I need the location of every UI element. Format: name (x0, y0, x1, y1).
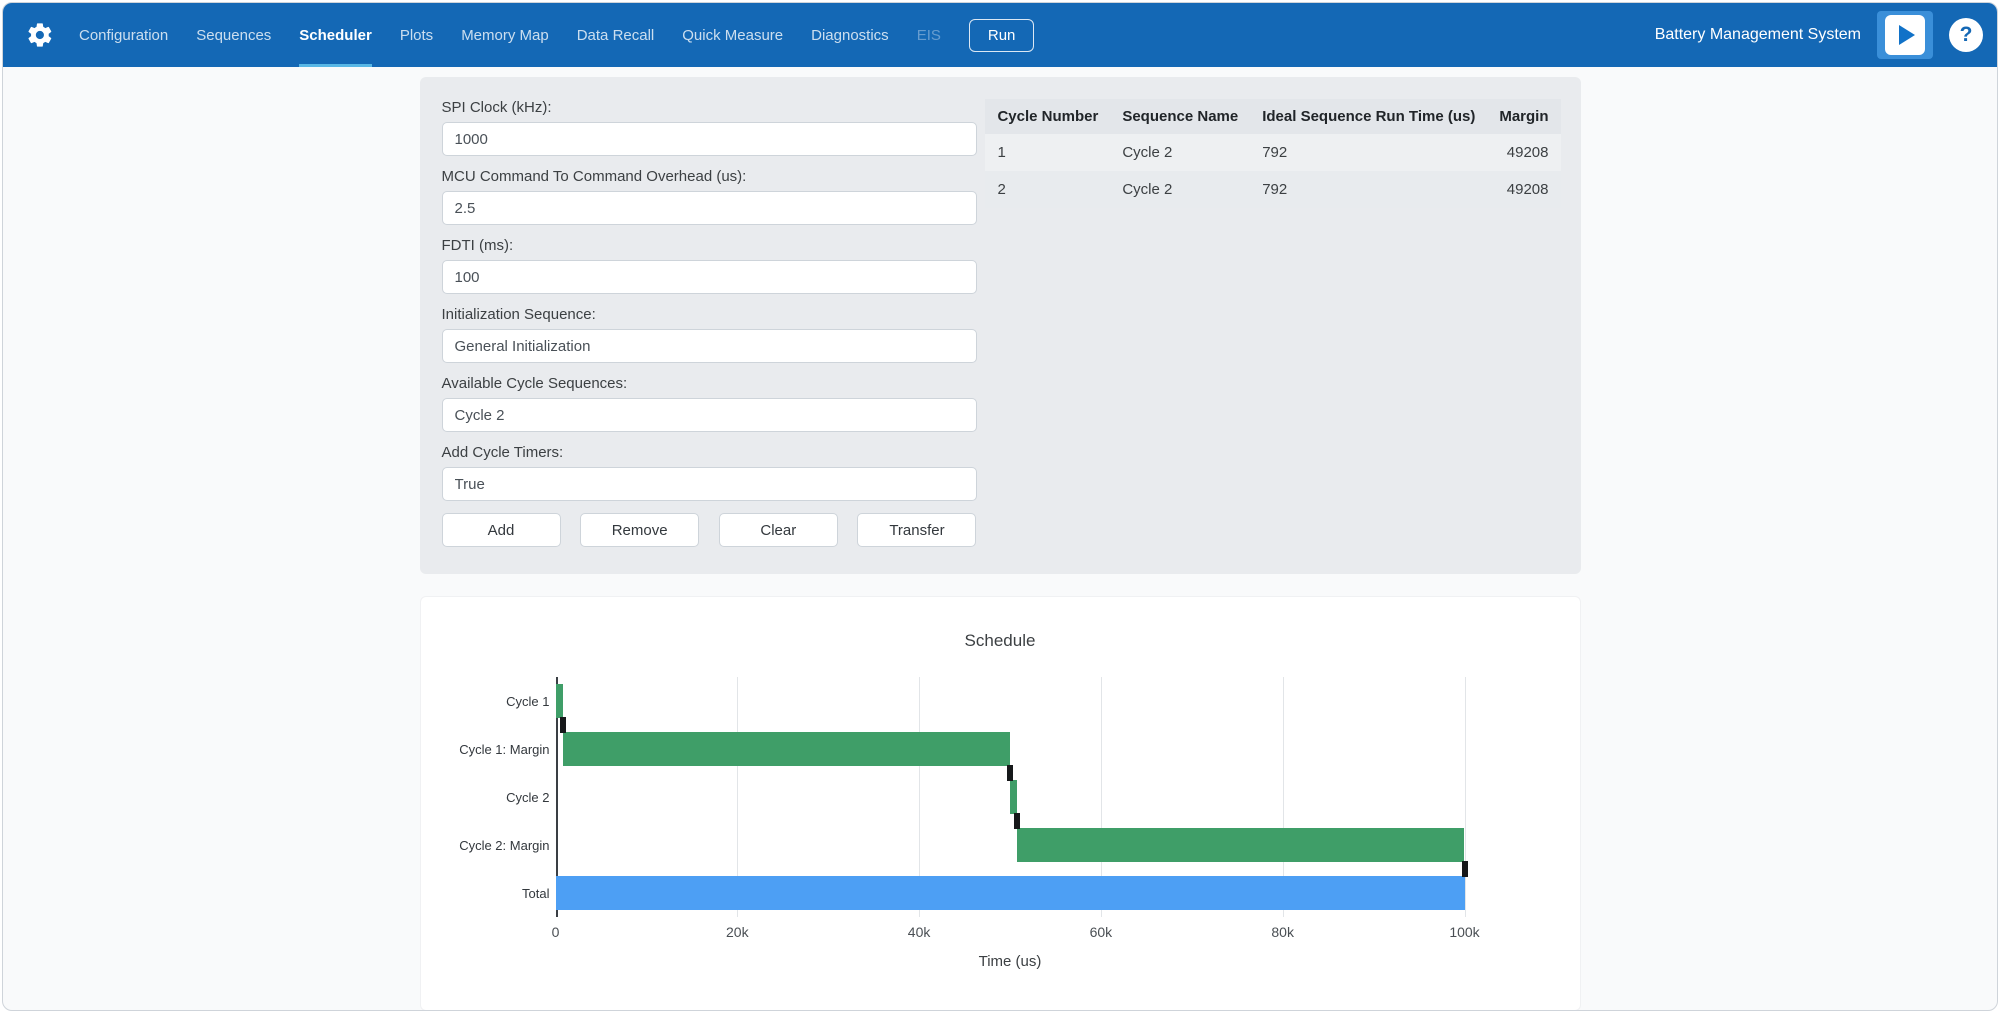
field-spi-clock: SPI Clock (kHz): (442, 99, 977, 156)
col-margin: Margin (1487, 99, 1560, 134)
cell-run-time: 792 (1250, 134, 1487, 171)
init-sequence-label: Initialization Sequence: (442, 306, 977, 323)
col-sequence-name: Sequence Name (1110, 99, 1250, 134)
form-actions: Add Remove Clear Transfer (442, 513, 977, 547)
nav-eis: EIS (917, 3, 941, 67)
cycle-sequences-input[interactable] (442, 398, 977, 432)
remove-button[interactable]: Remove (580, 513, 699, 547)
col-run-time: Ideal Sequence Run Time (us) (1250, 99, 1487, 134)
x-tick-label: 60k (1090, 924, 1113, 940)
nav-quick-measure[interactable]: Quick Measure (682, 3, 783, 67)
nav-data-recall[interactable]: Data Recall (577, 3, 655, 67)
bar-end-marker (1462, 861, 1468, 877)
field-init-sequence: Initialization Sequence: (442, 306, 977, 363)
cycle-timers-input[interactable] (442, 467, 977, 501)
cycle-timers-label: Add Cycle Timers: (442, 444, 977, 461)
chart-ylabels: Cycle 1Cycle 1: MarginCycle 2Cycle 2: Ma… (421, 677, 556, 970)
y-category-label: Cycle 2: Margin (421, 821, 556, 869)
chart-plot (556, 677, 1465, 917)
nav-plots[interactable]: Plots (400, 3, 433, 67)
topbar-right-group: Battery Management System ? (1655, 11, 1983, 59)
init-sequence-input[interactable] (442, 329, 977, 363)
cell-margin: 49208 (1487, 134, 1560, 171)
bar-cycle-2 (1010, 780, 1017, 814)
schedule-chart-card: Schedule Cycle 1Cycle 1: MarginCycle 2Cy… (420, 596, 1581, 1011)
field-cycle-timers: Add Cycle Timers: (442, 444, 977, 501)
x-axis-title: Time (us) (556, 953, 1465, 970)
field-mcu-overhead: MCU Command To Command Overhead (us): (442, 168, 977, 225)
add-button[interactable]: Add (442, 513, 561, 547)
play-icon (1885, 15, 1925, 55)
mcu-overhead-input[interactable] (442, 191, 977, 225)
y-category-label: Cycle 2 (421, 773, 556, 821)
table-row[interactable]: 2 Cycle 2 792 49208 (985, 171, 1560, 208)
transfer-button[interactable]: Transfer (857, 513, 976, 547)
chart-xlabels: 020k40k60k80k100k (556, 917, 1465, 941)
nav-sequences[interactable]: Sequences (196, 3, 271, 67)
y-category-label: Total (421, 869, 556, 917)
y-category-label: Cycle 1: Margin (421, 725, 556, 773)
spi-clock-input[interactable] (442, 122, 977, 156)
scheduler-config-panel: SPI Clock (kHz): MCU Command To Command … (420, 77, 1581, 574)
bar-cycle-1 (556, 684, 563, 718)
col-cycle-number: Cycle Number (985, 99, 1110, 134)
table-row[interactable]: 1 Cycle 2 792 49208 (985, 134, 1560, 171)
x-tick-label: 100k (1449, 924, 1479, 940)
cycle-table: Cycle Number Sequence Name Ideal Sequenc… (985, 99, 1560, 208)
cell-margin: 49208 (1487, 171, 1560, 208)
x-tick-label: 80k (1271, 924, 1294, 940)
bar-cycle-1-margin (563, 732, 1010, 766)
gridline (1465, 677, 1466, 917)
mcu-overhead-label: MCU Command To Command Overhead (us): (442, 168, 977, 185)
main-content: SPI Clock (kHz): MCU Command To Command … (420, 67, 1581, 1011)
bar-cycle-2-margin (1017, 828, 1464, 862)
field-cycle-sequences: Available Cycle Sequences: (442, 375, 977, 432)
nav-scheduler[interactable]: Scheduler (299, 3, 372, 67)
x-tick-label: 20k (726, 924, 749, 940)
scheduler-form: SPI Clock (kHz): MCU Command To Command … (442, 99, 977, 547)
spi-clock-label: SPI Clock (kHz): (442, 99, 977, 116)
field-fdti: FDTI (ms): (442, 237, 977, 294)
schedule-chart: Cycle 1Cycle 1: MarginCycle 2Cycle 2: Ma… (421, 677, 1580, 970)
app-title: Battery Management System (1655, 26, 1861, 44)
fdti-input[interactable] (442, 260, 977, 294)
cell-cycle-number: 2 (985, 171, 1110, 208)
bar-end-marker (560, 717, 566, 733)
cell-sequence-name: Cycle 2 (1110, 171, 1250, 208)
chart-plot-wrap: 020k40k60k80k100k Time (us) (556, 677, 1465, 970)
nav-diagnostics[interactable]: Diagnostics (811, 3, 889, 67)
chart-title: Schedule (421, 631, 1580, 651)
top-navigation-bar: Configuration Sequences Scheduler Plots … (3, 3, 1997, 67)
gear-icon[interactable] (23, 18, 57, 52)
cell-sequence-name: Cycle 2 (1110, 134, 1250, 171)
bar-total (556, 876, 1465, 910)
nav-memory-map[interactable]: Memory Map (461, 3, 549, 67)
help-icon[interactable]: ? (1949, 18, 1983, 52)
x-tick-label: 40k (908, 924, 931, 940)
run-button[interactable]: Run (969, 19, 1035, 52)
play-button[interactable] (1877, 11, 1933, 59)
nav-configuration[interactable]: Configuration (79, 3, 168, 67)
fdti-label: FDTI (ms): (442, 237, 977, 254)
y-category-label: Cycle 1 (421, 677, 556, 725)
bar-end-marker (1007, 765, 1013, 781)
x-tick-label: 0 (552, 924, 560, 940)
app-window: Configuration Sequences Scheduler Plots … (2, 2, 1998, 1011)
bar-end-marker (1014, 813, 1020, 829)
clear-button[interactable]: Clear (719, 513, 838, 547)
cycle-table-header-row: Cycle Number Sequence Name Ideal Sequenc… (985, 99, 1560, 134)
cell-run-time: 792 (1250, 171, 1487, 208)
main-nav: Configuration Sequences Scheduler Plots … (79, 3, 941, 67)
cycle-sequences-label: Available Cycle Sequences: (442, 375, 977, 392)
cell-cycle-number: 1 (985, 134, 1110, 171)
